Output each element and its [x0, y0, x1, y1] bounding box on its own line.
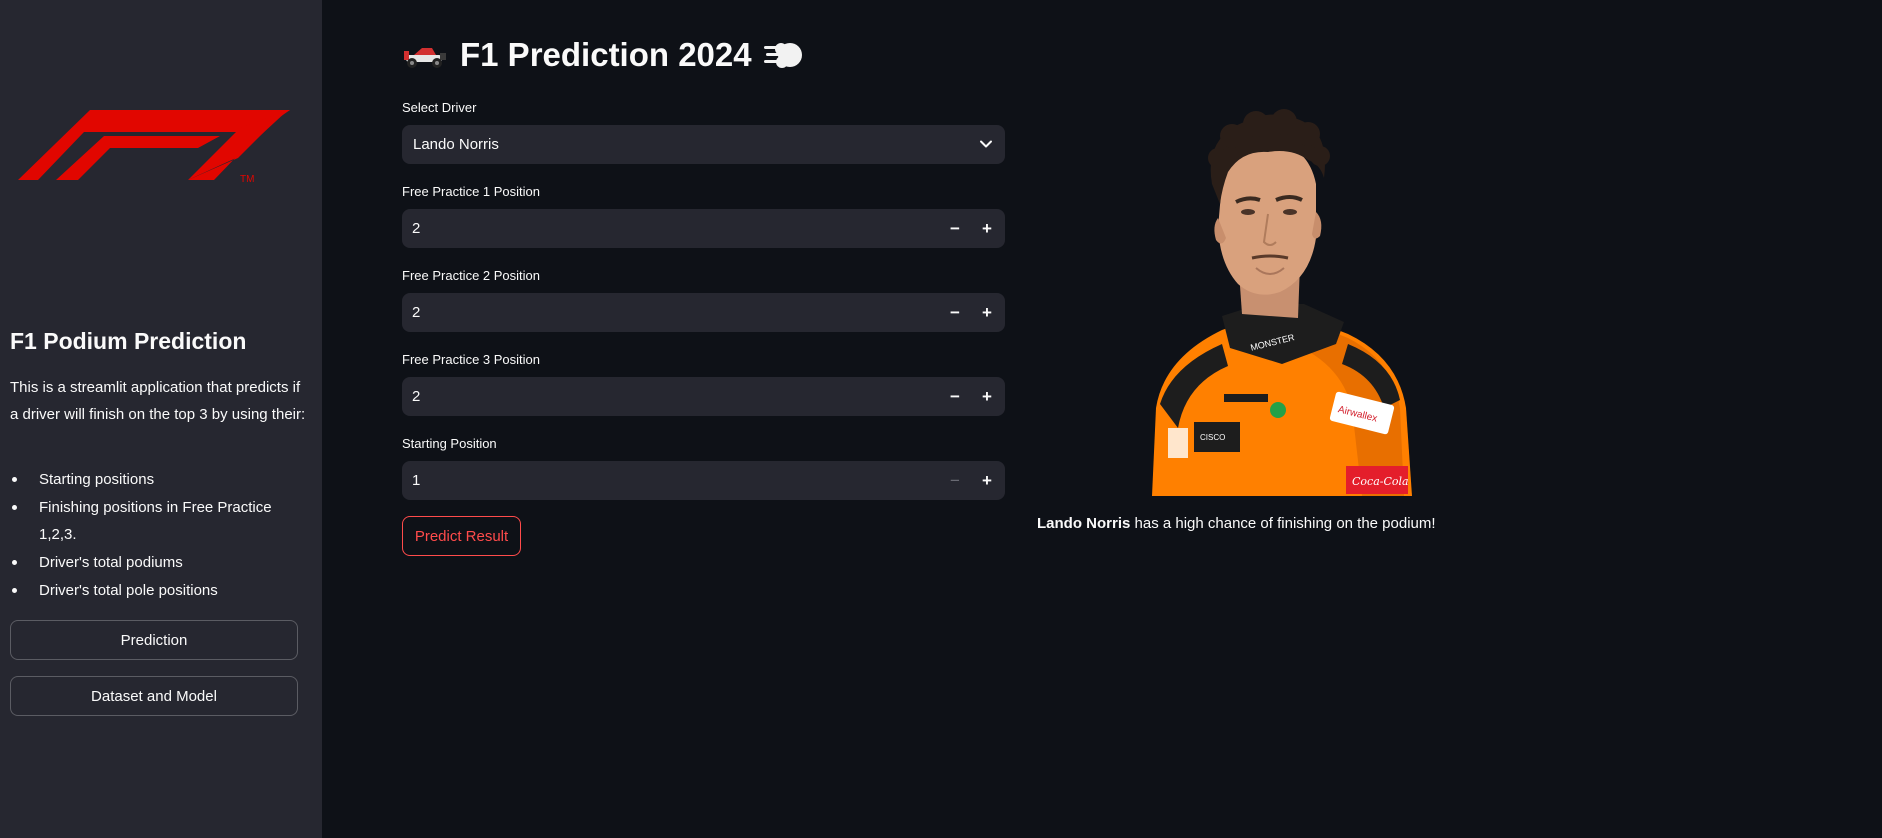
list-item: Driver's total pole positions: [10, 577, 310, 604]
feature-text: Finishing positions in Free Practice 1,2…: [39, 499, 272, 543]
fp2-decrement-button[interactable]: −: [939, 293, 971, 332]
fp1-decrement-button[interactable]: −: [939, 209, 971, 248]
f1-logo: TM: [18, 110, 290, 182]
starting-position-increment-button[interactable]: +: [971, 461, 1003, 500]
dash-icon: [763, 43, 802, 68]
select-driver-label: Select Driver: [402, 100, 477, 115]
bullet-icon: [12, 588, 17, 593]
fp3-label: Free Practice 3 Position: [402, 352, 541, 367]
svg-text:Coca-Cola: Coca-Cola: [1352, 475, 1409, 488]
driver-photo: MONSTER Airwallex Coca-Cola CISCO: [1152, 109, 1412, 496]
chevron-down-icon: [980, 140, 992, 148]
feature-text: Starting positions: [39, 471, 155, 488]
fp1-label: Free Practice 1 Position: [402, 184, 541, 199]
list-item: Finishing positions in Free Practice 1,2…: [10, 494, 310, 548]
starting-position-stepper: − +: [402, 461, 1005, 500]
feature-text: Driver's total podiums: [39, 554, 183, 571]
trademark-mark: TM: [240, 174, 254, 182]
fp2-label: Free Practice 2 Position: [402, 268, 541, 283]
starting-position-label: Starting Position: [402, 436, 497, 451]
result-driver-name: Lando Norris: [1037, 515, 1131, 532]
fp3-decrement-button[interactable]: −: [939, 377, 971, 416]
dataset-and-model-button[interactable]: Dataset and Model: [10, 676, 298, 716]
fp3-increment-button[interactable]: +: [971, 377, 1003, 416]
driver-select[interactable]: Lando Norris: [402, 125, 1005, 164]
sidebar-description: This is a streamlit application that pre…: [10, 379, 306, 423]
result-message: has a high chance of finishing on the po…: [1130, 515, 1436, 532]
prediction-result: Lando Norris has a high chance of finish…: [1037, 515, 1436, 532]
fp1-stepper: − +: [402, 209, 1005, 248]
bullet-icon: [12, 477, 17, 482]
fp1-input[interactable]: [402, 209, 942, 248]
fp2-increment-button[interactable]: +: [971, 293, 1003, 332]
fp3-stepper: − +: [402, 377, 1005, 416]
fp2-input[interactable]: [402, 293, 942, 332]
racing-car-icon: [404, 48, 446, 68]
list-item: Starting positions: [10, 466, 310, 493]
prediction-button[interactable]: Prediction: [10, 620, 298, 660]
list-item: Driver's total podiums: [10, 549, 310, 576]
feature-list: Starting positions Finishing positions i…: [10, 466, 310, 605]
feature-text: Driver's total pole positions: [39, 582, 218, 599]
sidebar-title: F1 Podium Prediction: [10, 328, 247, 354]
starting-position-decrement-button[interactable]: −: [939, 461, 971, 500]
starting-position-input[interactable]: [402, 461, 942, 500]
sidebar: TM F1 Podium Prediction This is a stream…: [0, 0, 322, 838]
page-header: F1 Prediction 2024: [402, 36, 804, 74]
fp1-increment-button[interactable]: +: [971, 209, 1003, 248]
bullet-icon: [12, 505, 17, 510]
page-title: F1 Prediction 2024: [460, 36, 752, 73]
driver-select-value: Lando Norris: [413, 136, 499, 153]
fp2-stepper: − +: [402, 293, 1005, 332]
svg-text:CISCO: CISCO: [1200, 433, 1225, 442]
fp3-input[interactable]: [402, 377, 942, 416]
bullet-icon: [12, 560, 17, 565]
predict-result-button[interactable]: Predict Result: [402, 516, 521, 556]
